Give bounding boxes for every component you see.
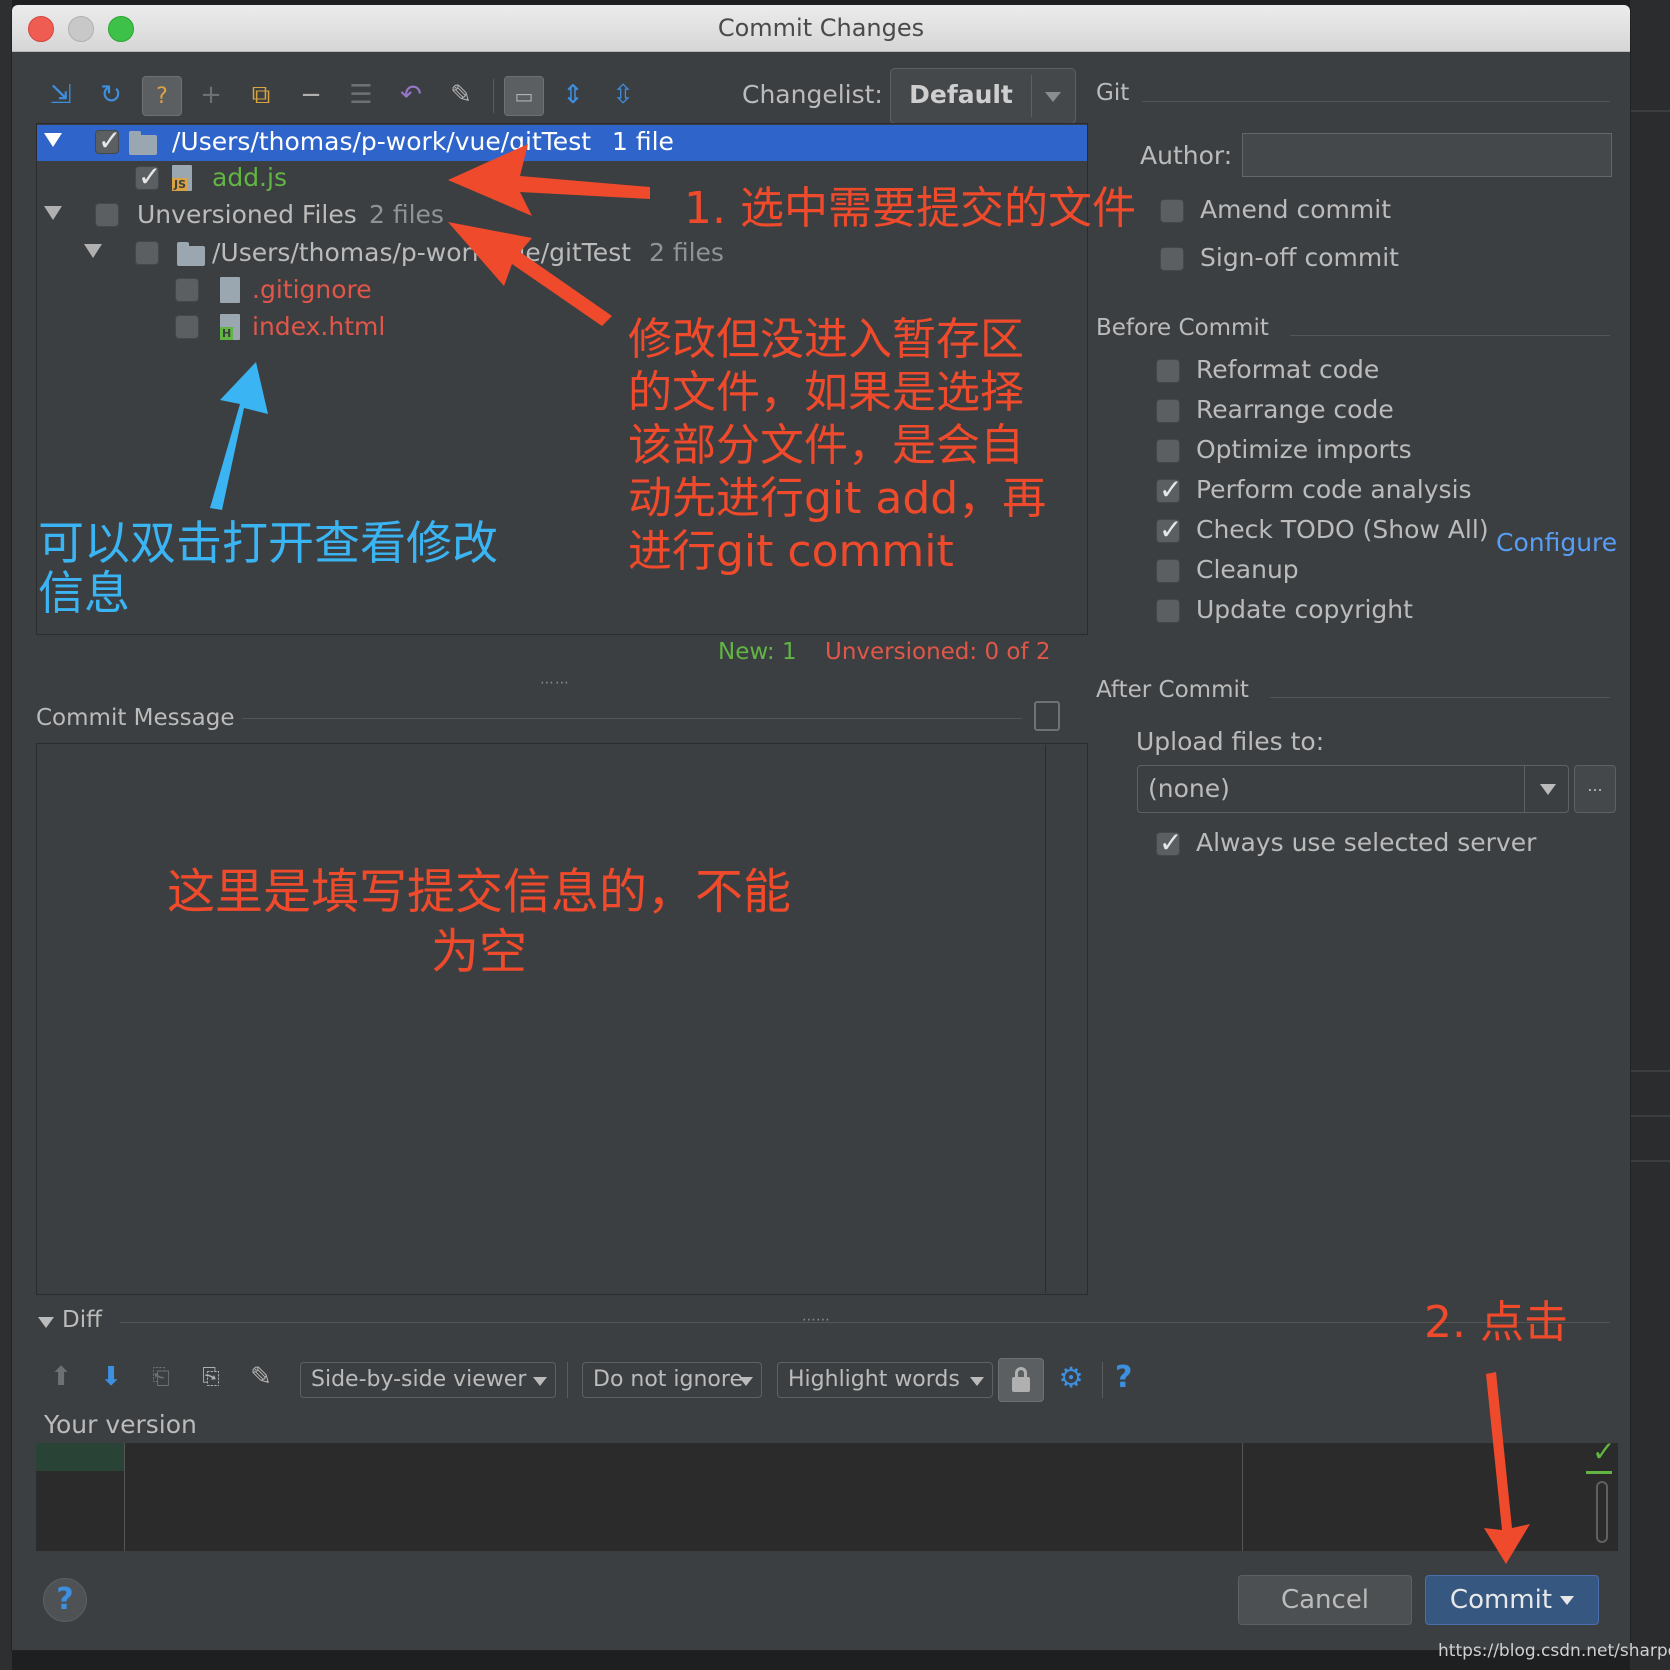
arrow-unversioned: [448, 222, 612, 326]
annotation-arrows: [210, 144, 1530, 1564]
arrow-select-files: [448, 144, 650, 216]
arrow-commit-button: [1484, 1372, 1530, 1564]
arrow-double-click: [210, 362, 268, 510]
watermark: https://blog.csdn.net/sharpdeng: [1438, 1641, 1670, 1661]
